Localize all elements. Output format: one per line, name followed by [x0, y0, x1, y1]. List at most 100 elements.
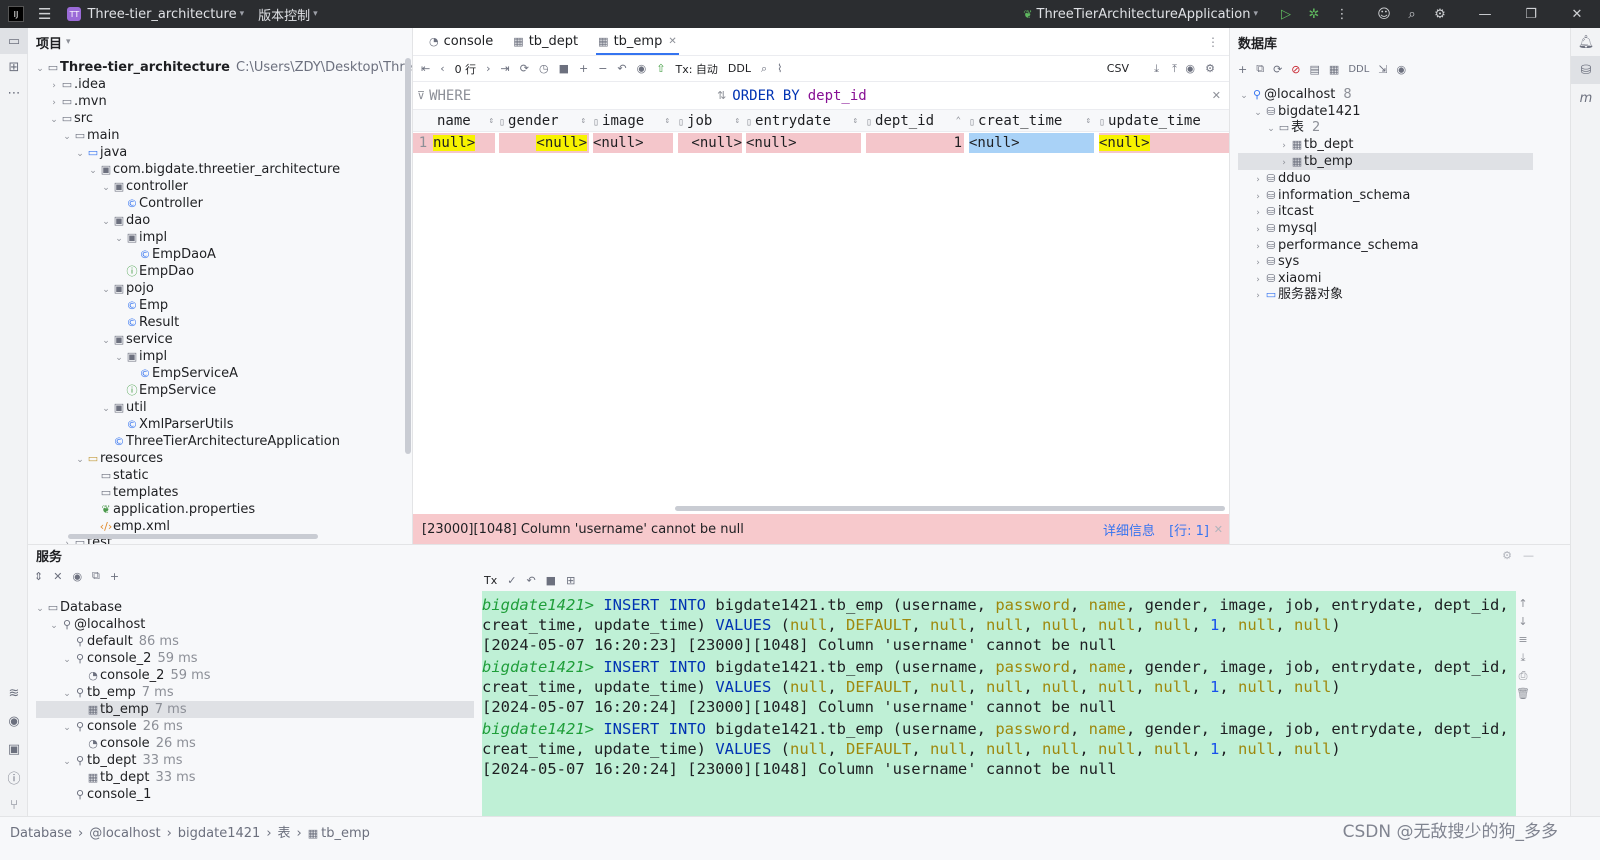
service-node[interactable]: ⌄ ⚲ console_2 59 ms: [61, 650, 197, 667]
chevron-down-icon[interactable]: ▾: [66, 37, 71, 47]
db-tables-folder[interactable]: ⌄ ▭ 表 2: [1265, 119, 1320, 136]
service-node[interactable]: ◔ console_2 59 ms: [74, 667, 210, 684]
column-header-name[interactable]: name ⇕: [437, 110, 497, 132]
cell-entrydate[interactable]: <null>: [746, 133, 861, 153]
add-icon[interactable]: +: [1238, 63, 1247, 76]
revert-icon[interactable]: ↶: [617, 62, 626, 75]
tree-node[interactable]: ⌄ ▭ src: [48, 110, 93, 127]
chevron-down-icon[interactable]: ⌄: [61, 129, 73, 146]
more-tools-icon[interactable]: ⋯: [0, 80, 28, 106]
view-icon[interactable]: ◉: [637, 62, 647, 75]
soft-wrap-icon[interactable]: ≡: [1508, 633, 1538, 651]
db-schema[interactable]: › ⛁ mysql: [1252, 220, 1317, 237]
chevron-down-icon[interactable]: ⌄: [74, 146, 86, 163]
tree-node[interactable]: ⌄ ▭ java: [74, 144, 127, 161]
table-icon[interactable]: ▦: [1329, 63, 1339, 76]
eye-icon[interactable]: ◉: [1397, 63, 1407, 76]
expand-all-icon[interactable]: ⇕: [34, 570, 43, 583]
chevron-down-icon[interactable]: ⌄: [100, 180, 112, 197]
db-table[interactable]: › ▦ tb_dept: [1278, 136, 1353, 153]
cell-image[interactable]: <null>: [593, 133, 673, 153]
sort-icon[interactable]: ⇕: [665, 110, 670, 132]
tree-node[interactable]: ⌄ ▭ resources: [74, 450, 163, 467]
tree-node[interactable]: ⌄ ▣ util: [100, 399, 146, 416]
chevron-down-icon[interactable]: ⌄: [1238, 88, 1250, 105]
grid-hscrollbar[interactable]: [675, 506, 1225, 511]
print-icon[interactable]: ⎙: [1508, 669, 1538, 687]
commit-icon[interactable]: ✓: [507, 574, 516, 587]
chevron-down-icon[interactable]: ⌄: [61, 720, 73, 737]
scroll-to-end-icon[interactable]: ⤓: [1508, 651, 1538, 669]
tree-node[interactable]: ⌄ ▣ service: [100, 331, 172, 348]
stop-icon[interactable]: ■: [559, 62, 569, 75]
new-tab-icon[interactable]: ⧉: [92, 569, 100, 583]
database-tool-icon[interactable]: ≋: [0, 680, 28, 706]
sort-icon[interactable]: ⇕: [581, 110, 586, 132]
db-schema[interactable]: › ⛁ itcast: [1252, 203, 1314, 220]
service-node[interactable]: ◔ console 26 ms: [74, 735, 196, 752]
settings-gear-icon[interactable]: ⚙: [1205, 62, 1215, 75]
chevron-down-icon[interactable]: ⌄: [100, 282, 112, 299]
where-input[interactable]: WHERE: [429, 88, 705, 104]
order-by-keyword[interactable]: ORDER BY: [732, 88, 799, 104]
tree-node[interactable]: © ThreeTierArchitectureApplication: [100, 433, 340, 450]
more-icon[interactable]: ⋮: [1328, 7, 1356, 22]
close-tab-icon[interactable]: ✕: [668, 36, 676, 47]
tree-node[interactable]: © Result: [113, 314, 180, 331]
project-tool-icon[interactable]: ▭: [0, 28, 28, 54]
minimize-icon[interactable]: —: [1462, 7, 1508, 22]
scroll-up-icon[interactable]: ↑: [1508, 597, 1538, 615]
notifications-icon[interactable]: 🔔︎: [1571, 28, 1600, 56]
tree-node[interactable]: ⌄ ▣ pojo: [100, 280, 154, 297]
db-schema[interactable]: › ⛁ performance_schema: [1252, 237, 1418, 254]
tree-node[interactable]: › ▭ .idea: [48, 76, 106, 93]
search-icon[interactable]: ⌕: [761, 62, 767, 76]
close-window-icon[interactable]: ✕: [1554, 7, 1600, 22]
tree-node[interactable]: ▭ static: [87, 467, 149, 484]
db-schema[interactable]: › ⛁ information_schema: [1252, 187, 1410, 204]
tree-node[interactable]: © XmlParserUtils: [113, 416, 234, 433]
tree-node[interactable]: © Controller: [113, 195, 203, 212]
scroll-down-icon[interactable]: ↓: [1508, 615, 1538, 633]
add-row-icon[interactable]: +: [579, 62, 588, 75]
cell-job[interactable]: <null>: [678, 133, 742, 153]
project-panel-header[interactable]: 项目 ▾: [28, 28, 412, 56]
ddl-button[interactable]: DDL: [1348, 64, 1369, 75]
console-icon[interactable]: ▤: [1310, 63, 1320, 76]
column-header-entrydate[interactable]: ▯ entrydate ⇕: [746, 110, 861, 132]
rollback-icon[interactable]: ↶: [526, 574, 535, 587]
account-icon[interactable]: ☺: [1370, 7, 1398, 22]
column-header-update-time[interactable]: ▯ update_time: [1099, 110, 1229, 132]
tree-node[interactable]: ⌄ ▣ controller: [100, 178, 188, 195]
service-node[interactable]: ⌄ ⚲ tb_dept 33 ms: [61, 752, 182, 769]
more-tabs-icon[interactable]: ⋮: [1207, 35, 1219, 49]
db-server-objects[interactable]: › ▭ 服务器对象: [1252, 286, 1343, 303]
chevron-down-icon[interactable]: ⌄: [74, 452, 86, 469]
column-header-job[interactable]: ▯ job ⇕: [678, 110, 743, 132]
services-tool-icon[interactable]: ◉: [0, 708, 28, 734]
row-count-selector[interactable]: 0 行: [455, 61, 477, 77]
db-schema[interactable]: › ⛁ sys: [1252, 253, 1299, 270]
eye-icon[interactable]: ◉: [1185, 62, 1195, 75]
cell-dept-id[interactable]: 1: [866, 133, 964, 153]
stop-icon[interactable]: ■: [546, 574, 556, 587]
service-node[interactable]: ⌄ ⚲ tb_emp 7 ms: [61, 684, 173, 701]
search-icon[interactable]: ⌕: [1398, 7, 1426, 22]
collapse-all-icon[interactable]: ✕: [53, 570, 62, 583]
service-node[interactable]: ⌄ ⚲ @localhost: [48, 616, 145, 633]
cell-creat-time[interactable]: <null>: [969, 133, 1094, 153]
sort-icon[interactable]: ⇕: [853, 110, 858, 132]
sort-icon[interactable]: ⇕: [1086, 110, 1091, 132]
problems-tool-icon[interactable]: ⓘ: [0, 764, 28, 790]
layout-icon[interactable]: ⊞: [566, 574, 575, 587]
add-service-icon[interactable]: +: [110, 570, 119, 583]
chevron-down-icon[interactable]: ⌄: [113, 231, 125, 248]
tree-node[interactable]: ⌄ ▭ main: [61, 127, 119, 144]
jump-icon[interactable]: ⇲: [1378, 63, 1387, 76]
vcs-menu[interactable]: 版本控制: [258, 5, 310, 24]
copy-icon[interactable]: ⧉: [1256, 62, 1264, 76]
column-header-creat-time[interactable]: ▯ creat_time ⇕: [969, 110, 1094, 132]
service-node[interactable]: ▦ tb_dept 33 ms: [74, 769, 196, 786]
db-schema[interactable]: ⌄ ⛁ bigdate1421: [1252, 103, 1360, 120]
history-icon[interactable]: ◷: [539, 62, 549, 75]
